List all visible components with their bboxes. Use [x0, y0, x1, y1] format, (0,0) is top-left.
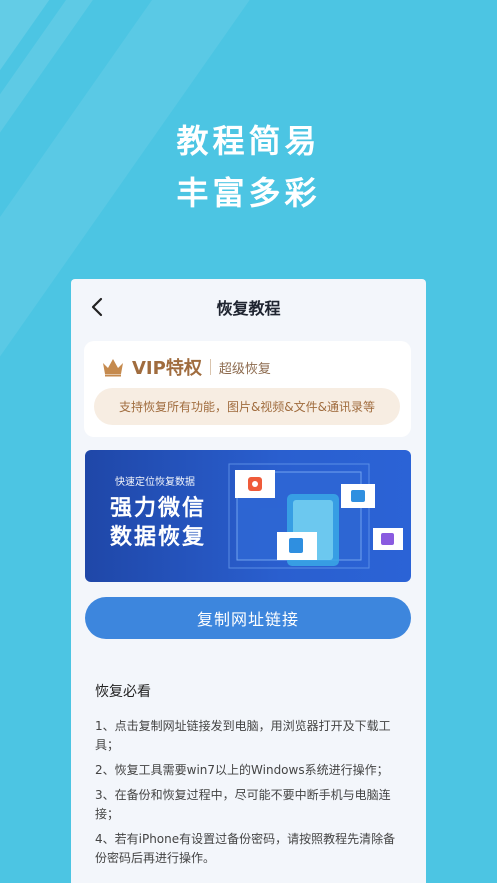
- promo-banner[interactable]: 快速定位恢复数据 强力微信 数据恢复: [85, 450, 411, 582]
- banner-line-1: 强力微信: [110, 496, 207, 521]
- folder-icon: [341, 484, 375, 508]
- note-item: 4、若有iPhone有设置过备份密码，请按照教程先清除备份密码后再进行操作。: [95, 832, 396, 865]
- vip-divider: [209, 359, 211, 375]
- contacts-icon: [373, 528, 403, 550]
- phone-screen: 恢复教程 VIP特权 超级恢复 支持恢复所有功能，图片&视频&文件&通讯录等 快…: [71, 279, 426, 883]
- vip-description: 支持恢复所有功能，图片&视频&文件&通讯录等: [94, 388, 400, 425]
- notes-section: 恢复必看 1、点击复制网址链接发到电脑，用浏览器打开及下载工具； 2、恢复工具需…: [95, 681, 400, 874]
- promo-line-2: 丰富多彩: [176, 174, 321, 212]
- nav-bar: 恢复教程: [71, 279, 426, 335]
- document-icon: [277, 532, 317, 560]
- note-item: 1、点击复制网址链接发到电脑，用浏览器打开及下载工具；: [95, 719, 391, 752]
- vip-header: VIP特权 超级恢复: [102, 355, 271, 379]
- note-item: 2、恢复工具需要win7以上的Windows系统进行操作；: [95, 763, 389, 777]
- crown-icon: [103, 359, 123, 377]
- image-icon: [235, 470, 275, 498]
- note-item: 3、在备份和恢复过程中，尽可能不要中断手机与电脑连接；: [95, 788, 391, 821]
- banner-headline: 强力微信 数据恢复: [110, 494, 206, 552]
- banner-illustration: [228, 463, 403, 569]
- notes-title: 恢复必看: [95, 684, 151, 700]
- vip-subtitle: 超级恢复: [218, 361, 271, 377]
- vip-card[interactable]: VIP特权 超级恢复 支持恢复所有功能，图片&视频&文件&通讯录等: [84, 341, 411, 437]
- banner-line-2: 数据恢复: [110, 525, 207, 550]
- page-title: 恢复教程: [216, 299, 281, 318]
- vip-title: VIP特权: [132, 358, 202, 379]
- promo-headline: 教程简易 丰富多彩: [0, 115, 497, 219]
- back-arrow-icon[interactable]: [87, 295, 109, 319]
- copy-link-button[interactable]: 复制网址链接: [85, 597, 411, 639]
- banner-small-text: 快速定位恢复数据: [115, 477, 195, 488]
- promo-line-1: 教程简易: [176, 122, 321, 160]
